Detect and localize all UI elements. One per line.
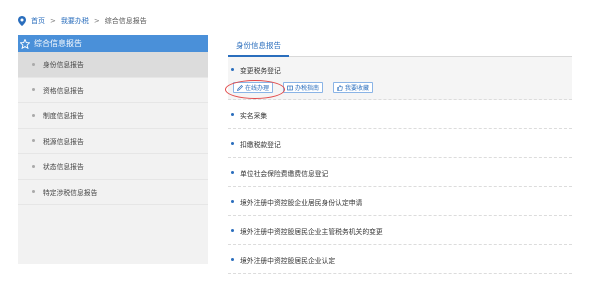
item-title[interactable]: 境外注册中资控股居民企业认定 — [240, 255, 335, 265]
bullet-icon — [231, 113, 234, 116]
breadcrumb-home-link[interactable]: 首页 — [31, 16, 45, 26]
bullet-icon — [32, 62, 35, 66]
bullet-icon — [32, 139, 35, 143]
item-title[interactable]: 扣缴税款登记 — [240, 139, 281, 149]
location-pin-icon — [18, 16, 26, 26]
item-title[interactable]: 境外注册中资控股企业居民身份认定申请 — [240, 197, 362, 207]
breadcrumb-separator: > — [93, 17, 100, 25]
bullet-icon — [32, 190, 35, 194]
star-icon — [20, 38, 30, 49]
tab-identity-report[interactable]: 身份信息报告 — [228, 35, 289, 57]
sidebar-item-qualification[interactable]: 资格信息报告 — [18, 78, 208, 103]
tax-guide-button[interactable]: 办税指南 — [283, 82, 324, 93]
list-item: 境外注册中资控股企业居民身份认定申请 — [228, 187, 572, 216]
sidebar-item-specific-tax[interactable]: 特定涉税信息报告 — [18, 180, 208, 205]
list-item: 境外注册中资控股居民企业认定 — [228, 245, 572, 274]
favorite-button[interactable]: 我要收藏 — [333, 82, 374, 93]
sidebar: 综合信息报告 身份信息报告 资格信息报告 制度信息报告 税源信息报告 状态信息报… — [18, 35, 208, 264]
breadcrumb-tax-link[interactable]: 我要办税 — [61, 16, 89, 26]
bullet-icon — [231, 142, 234, 145]
sidebar-title: 综合信息报告 — [34, 39, 82, 48]
item-title[interactable]: 变更税务登记 — [240, 65, 281, 75]
bullet-icon — [231, 68, 234, 71]
bullet-icon — [231, 229, 234, 232]
bullet-icon — [231, 258, 234, 261]
breadcrumb-current: 综合信息报告 — [104, 17, 147, 25]
bullet-icon — [32, 164, 35, 168]
list-item: 变更税务登记 在线办理 办税指南 我要收藏 — [228, 57, 572, 100]
breadcrumb: 首页 > 我要办税 > 综合信息报告 — [18, 15, 147, 27]
pencil-icon — [237, 84, 243, 91]
bullet-icon — [231, 200, 234, 203]
sidebar-item-tax-source[interactable]: 税源信息报告 — [18, 129, 208, 154]
main-panel: 身份信息报告 变更税务登记 在线办理 办税指南 我要收藏 实名采集 扣缴税款登记… — [228, 35, 572, 274]
item-title[interactable]: 境外注册中资控股居民企业主管税务机关的变更 — [240, 226, 383, 236]
item-title[interactable]: 实名采集 — [240, 110, 267, 120]
sidebar-item-system[interactable]: 制度信息报告 — [18, 103, 208, 129]
item-actions: 在线办理 办税指南 我要收藏 — [231, 82, 572, 93]
bullet-icon — [32, 88, 35, 92]
sidebar-header: 综合信息报告 — [18, 35, 208, 52]
book-icon — [287, 85, 293, 90]
bullet-icon — [32, 113, 35, 117]
breadcrumb-separator: > — [50, 17, 56, 25]
list-item: 实名采集 — [228, 100, 572, 129]
online-handle-button[interactable]: 在线办理 — [233, 82, 274, 93]
sidebar-item-status[interactable]: 状态信息报告 — [18, 154, 208, 180]
thumb-up-icon — [337, 84, 343, 91]
sidebar-item-identity[interactable]: 身份信息报告 — [18, 52, 208, 78]
list-item: 单位社会保险费缴费信息登记 — [228, 158, 572, 187]
list-item: 境外注册中资控股居民企业主管税务机关的变更 — [228, 216, 572, 245]
tab-bar: 身份信息报告 — [228, 35, 572, 57]
list-item: 扣缴税款登记 — [228, 129, 572, 158]
item-title[interactable]: 单位社会保险费缴费信息登记 — [240, 168, 328, 178]
bullet-icon — [231, 171, 234, 174]
